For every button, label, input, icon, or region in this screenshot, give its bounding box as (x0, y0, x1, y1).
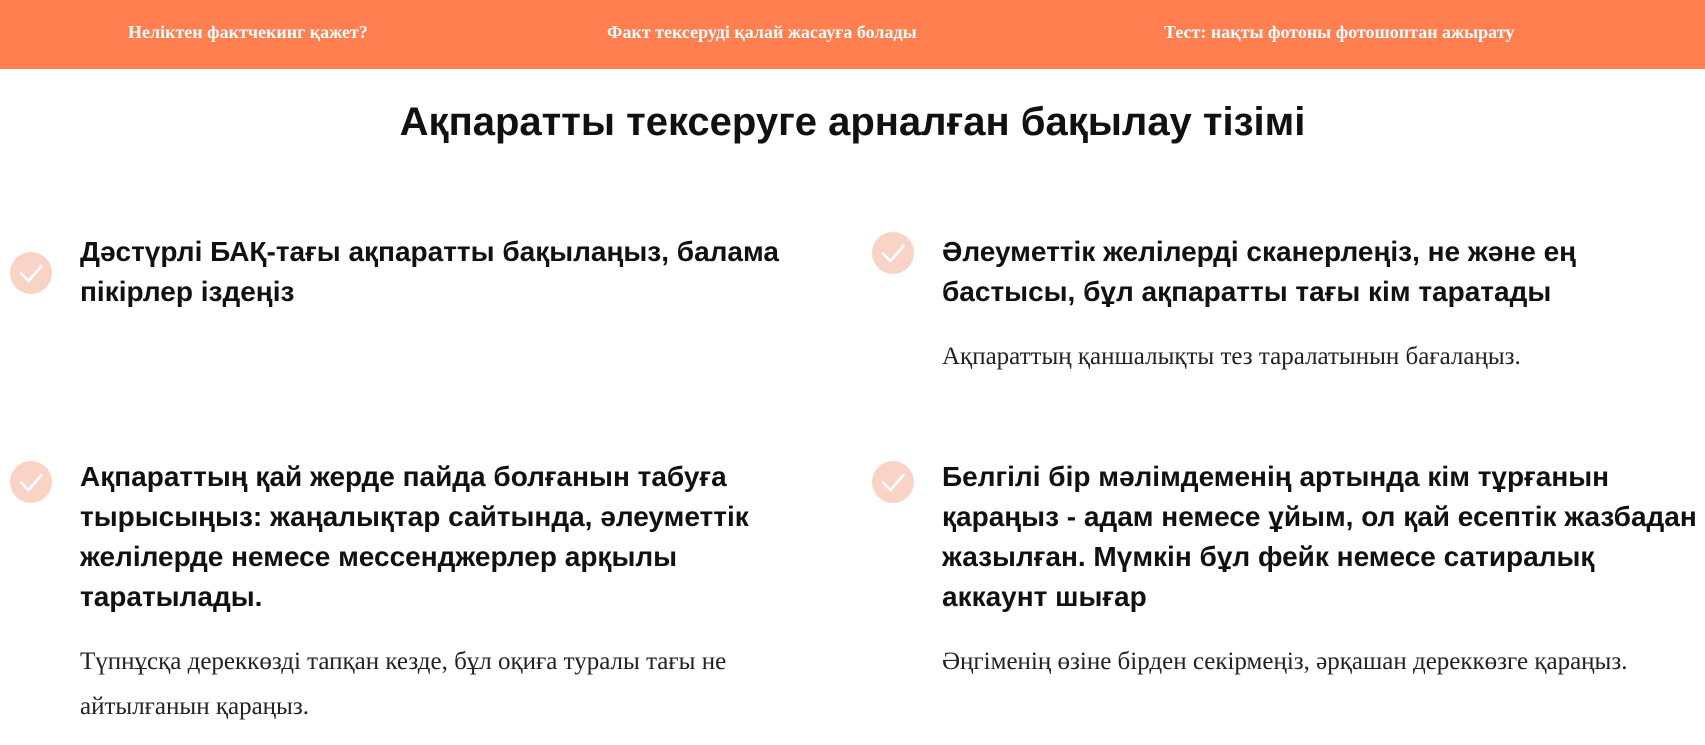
nav-link-photo-test[interactable]: Тест: нақты фотоны фотошоптан ажырату (1164, 20, 1514, 44)
checklist-item-description: Әңгіменің өзіне бірден секірмеңіз, әрқаш… (942, 648, 1628, 675)
checklist-item-title: Белгілі бір мәлімдеменің артында кім тұр… (942, 461, 1697, 612)
check-icon (10, 252, 52, 294)
checklist-item-title: Ақпараттың қай жерде пайда болғанын табу… (80, 461, 749, 612)
check-icon (872, 232, 914, 274)
page-title: Ақпаратты тексеруге арналған бақылау тіз… (399, 100, 1306, 144)
checklist-item-title: Әлеуметтік желілерді сканерлеңіз, не жән… (942, 236, 1577, 307)
top-nav-bar: Неліктен фактчекинг қажет? Факт тексеруд… (0, 0, 1705, 69)
check-icon (10, 461, 52, 503)
nav-link-how-to-factcheck[interactable]: Факт тексеруді қалай жасауға болады (607, 20, 917, 44)
check-icon (872, 461, 914, 503)
checklist-item-description: Ақпараттың қаншалықты тез таралатынын ба… (942, 343, 1521, 370)
checklist-item-description: Түпнұсқа дереккөзді тапқан кезде, бұл оқ… (80, 648, 727, 720)
checklist-item-title: Дәстүрлі БАҚ-тағы ақпаратты бақылаңыз, б… (80, 236, 779, 307)
nav-link-why-factcheck[interactable]: Неліктен фактчекинг қажет? (128, 20, 368, 44)
